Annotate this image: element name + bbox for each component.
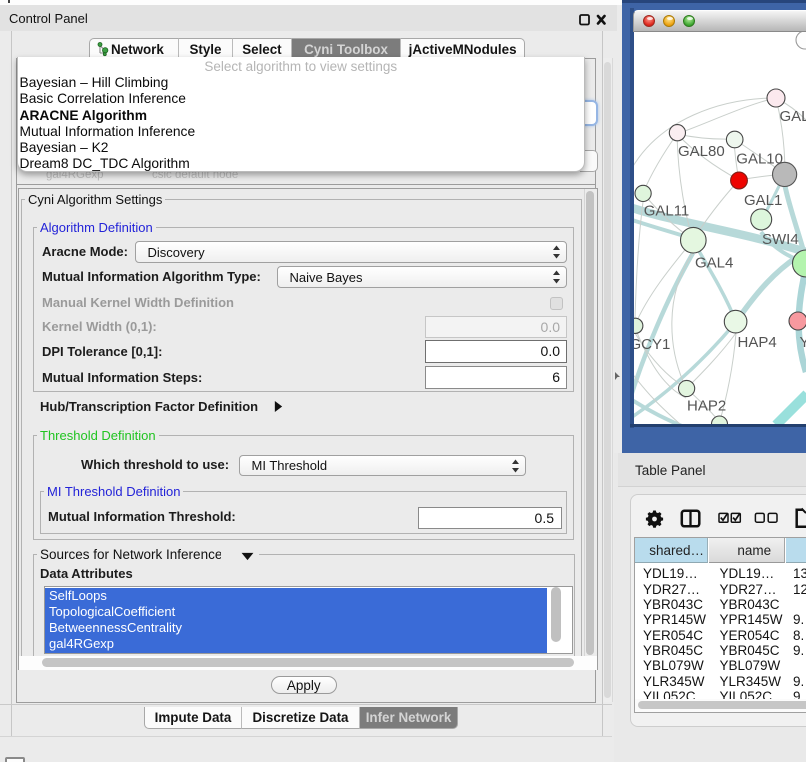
svg-text:GAL1: GAL1 — [744, 192, 782, 209]
svg-text:HAP2: HAP2 — [687, 398, 726, 415]
svg-text:SWI4: SWI4 — [762, 231, 799, 248]
svg-text:GCY1: GCY1 — [634, 336, 670, 353]
svg-text:GAL11: GAL11 — [644, 203, 690, 220]
svg-text:GAL7: GAL7 — [780, 108, 806, 125]
svg-text:GAL4: GAL4 — [695, 255, 733, 272]
svg-text:Y: Y — [800, 334, 806, 351]
svg-text:GAL10: GAL10 — [736, 151, 783, 168]
svg-text:GAL80: GAL80 — [678, 143, 725, 160]
svg-text:HAP4: HAP4 — [738, 334, 777, 351]
